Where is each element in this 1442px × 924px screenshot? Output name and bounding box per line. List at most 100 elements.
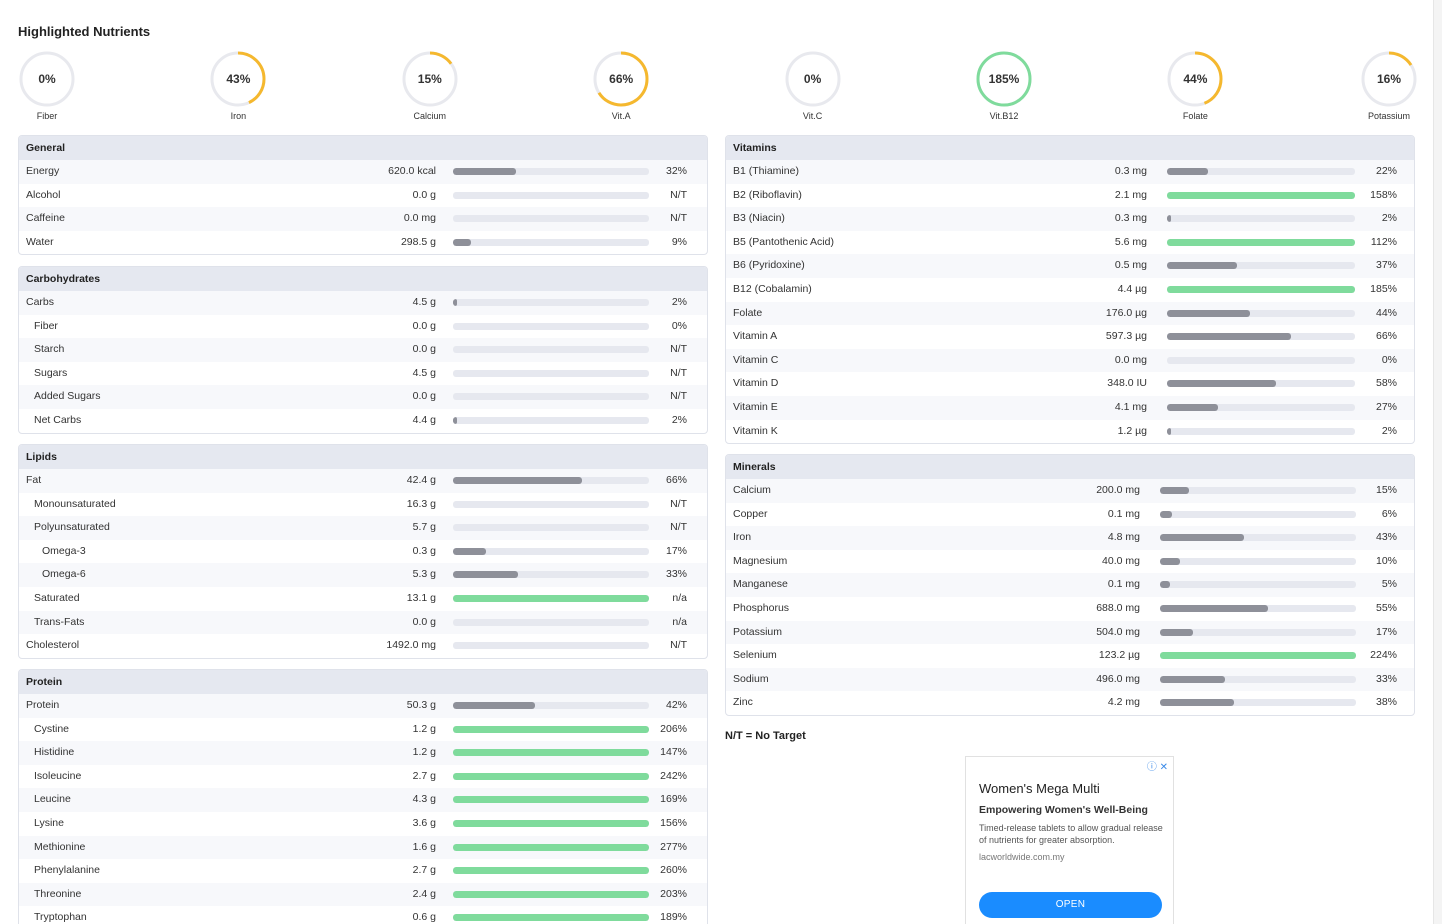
nutrient-row[interactable]: Phosphorus 688.0 mg 55%: [726, 597, 1414, 621]
nutrient-row[interactable]: B12 (Cobalamin) 4.4 µg 185%: [726, 278, 1414, 302]
nutrient-amount: 1.2 g: [412, 722, 436, 735]
nutrient-percent: 242%: [660, 769, 687, 782]
nutrient-row[interactable]: Omega-6 5.3 g 33%: [19, 563, 707, 587]
nutrient-row[interactable]: Phenylalanine 2.7 g 260%: [19, 859, 707, 883]
nutrient-percent: N/T: [670, 188, 687, 201]
nutrient-amount: 1.6 g: [412, 840, 436, 853]
nutrient-row[interactable]: Zinc 4.2 mg 38%: [726, 691, 1414, 715]
nutrient-amount: 176.0 µg: [1105, 306, 1147, 319]
nutrient-percent: 2%: [671, 296, 687, 308]
nutrient-row[interactable]: Cholesterol 1492.0 mg N/T: [19, 634, 707, 658]
nutrient-row[interactable]: B5 (Pantothenic Acid) 5.6 mg 112%: [726, 231, 1414, 255]
nutrient-amount: 0.1 mg: [1107, 507, 1140, 520]
nutrient-amount: 5.6 mg: [1114, 235, 1147, 248]
nutrient-percent: 2%: [671, 413, 687, 426]
nutrient-percent: 112%: [1370, 235, 1397, 248]
nutrient-progress-bar: [453, 168, 649, 175]
nutrient-row[interactable]: Trans-Fats 0.0 g n/a: [19, 610, 707, 635]
nutrient-row[interactable]: Potassium 504.0 mg 17%: [726, 620, 1414, 645]
nutrient-progress-fill: [453, 571, 518, 579]
nutrient-progress-bar: [1167, 262, 1355, 270]
nutrient-row[interactable]: Lysine 3.6 g 156%: [19, 812, 707, 836]
nutrient-progress-bar: [453, 642, 649, 650]
nutrient-amount: 1492.0 mg: [386, 639, 436, 652]
nutrient-row[interactable]: Saturated 13.1 g n/a: [19, 587, 707, 611]
nutrient-progress-bar: [1167, 238, 1355, 246]
nutrient-row[interactable]: Starch 0.0 g N/T: [19, 338, 707, 362]
nutrient-row[interactable]: Fat 42.4 g 66%: [19, 469, 707, 493]
nutrient-row[interactable]: Threonine 2.4 g 203%: [19, 882, 707, 907]
nutrient-row[interactable]: Caffeine 0.0 mg N/T: [19, 207, 707, 231]
page-scrollbar[interactable]: [1434, 0, 1442, 924]
ad-url[interactable]: lacworldwide.com.my: [979, 852, 1065, 862]
nutrient-row[interactable]: Fiber 0.0 g 0%: [19, 315, 707, 339]
nutrient-amount: 3.6 g: [412, 816, 436, 829]
nutrient-row[interactable]: Magnesium 40.0 mg 10%: [726, 550, 1414, 574]
nutrient-row[interactable]: B2 (Riboflavin) 2.1 mg 158%: [726, 184, 1414, 208]
ad-open-button[interactable]: OPEN: [979, 892, 1162, 918]
panel-carbohydrates-title: Carbohydrates: [19, 267, 707, 291]
nutrient-progress-fill: [453, 702, 536, 709]
nutrient-row[interactable]: Isoleucine 2.7 g 242%: [19, 765, 707, 789]
nutrient-amount: 5.7 g: [412, 521, 436, 534]
nutrient-amount: 16.3 g: [406, 497, 436, 510]
nutrient-row[interactable]: Polyunsaturated 5.7 g N/T: [19, 516, 707, 540]
nutrient-row[interactable]: Calcium 200.0 mg 15%: [726, 479, 1414, 503]
nutrient-row[interactable]: Alcohol 0.0 g N/T: [19, 184, 707, 208]
nutrient-row[interactable]: Monounsaturated 16.3 g N/T: [19, 493, 707, 517]
nutrient-row[interactable]: Vitamin C 0.0 mg 0%: [726, 348, 1414, 373]
panel-general-title: General: [19, 136, 707, 160]
nutrient-row[interactable]: Copper 0.1 mg 6%: [726, 503, 1414, 527]
nutrient-progress-fill: [453, 477, 583, 484]
nutrient-row[interactable]: Energy 620.0 kcal 32%: [19, 160, 707, 184]
nutrient-row[interactable]: Histidine 1.2 g 147%: [19, 741, 707, 765]
nutrient-row[interactable]: Leucine 4.3 g 169%: [19, 788, 707, 812]
nutrient-amount: 2.1 mg: [1114, 188, 1147, 201]
nutrient-row[interactable]: B3 (Niacin) 0.3 mg 2%: [726, 207, 1414, 231]
nutrient-name: Phenylalanine: [34, 864, 100, 877]
nutrient-amount: 0.0 mg: [403, 212, 436, 225]
nutrient-row[interactable]: Sugars 4.5 g N/T: [19, 362, 707, 386]
advertisement[interactable]: ⓘ ✕ Women's Mega Multi Empowering Women'…: [965, 756, 1174, 924]
nutrient-progress-bar: [453, 477, 649, 484]
nutrient-row[interactable]: Carbs 4.5 g 2%: [19, 291, 707, 315]
nutrient-amount: 2.7 g: [412, 864, 436, 877]
nutrient-name: Vitamin A: [733, 330, 778, 343]
info-icon[interactable]: ⓘ: [1147, 762, 1157, 773]
nutrient-row[interactable]: Cystine 1.2 g 206%: [19, 718, 707, 742]
nutrient-row[interactable]: Omega-3 0.3 g 17%: [19, 540, 707, 564]
nutrient-amount: 0.3 g: [412, 544, 436, 557]
nutrient-progress-bar: [453, 702, 649, 709]
nutrient-percent: N/T: [670, 497, 687, 510]
nutrient-progress-fill: [453, 819, 649, 827]
nutrient-name: Energy: [26, 165, 60, 177]
nutrient-row[interactable]: Vitamin D 348.0 IU 58%: [726, 372, 1414, 396]
nutrient-row[interactable]: Protein 50.3 g 42%: [19, 694, 707, 718]
nutrient-row[interactable]: Added Sugars 0.0 g N/T: [19, 385, 707, 409]
nutrient-row[interactable]: Vitamin E 4.1 mg 27%: [726, 395, 1414, 420]
nutrient-progress-bar: [453, 547, 649, 555]
nutrient-row[interactable]: Manganese 0.1 mg 5%: [726, 573, 1414, 597]
close-icon[interactable]: ✕: [1160, 762, 1168, 773]
nutrient-name: Polyunsaturated: [34, 521, 110, 534]
nutrient-row[interactable]: Methionine 1.6 g 277%: [19, 835, 707, 860]
nutrient-name: Trans-Fats: [34, 615, 85, 628]
nutrient-row[interactable]: Vitamin K 1.2 µg 2%: [726, 420, 1414, 444]
nutrient-row[interactable]: Water 298.5 g 9%: [19, 231, 707, 255]
panel-protein: Protein Protein 50.3 g 42% Cystine 1.2 g 206%…: [18, 669, 708, 924]
panel-protein-title: Protein: [19, 670, 707, 694]
ad-headline[interactable]: Women's Mega Multi: [979, 781, 1100, 796]
nutrient-percent: 9%: [671, 235, 687, 248]
nutrient-row[interactable]: Vitamin A 597.3 µg 66%: [726, 325, 1414, 349]
nutrient-row[interactable]: B6 (Pyridoxine) 0.5 mg 37%: [726, 254, 1414, 278]
nutrient-name: Calcium: [733, 484, 771, 496]
nutrient-row[interactable]: Net Carbs 4.4 g 2%: [19, 409, 707, 433]
nutrient-name: Vitamin E: [733, 400, 778, 413]
nutrient-row[interactable]: Folate 176.0 µg 44%: [726, 301, 1414, 326]
nutrient-row[interactable]: Sodium 496.0 mg 33%: [726, 667, 1414, 692]
nutrient-row[interactable]: Iron 4.8 mg 43%: [726, 526, 1414, 550]
nutrient-row[interactable]: B1 (Thiamine) 0.3 mg 22%: [726, 160, 1414, 184]
nutrient-row[interactable]: Selenium 123.2 µg 224%: [726, 644, 1414, 668]
nutrient-name: Net Carbs: [34, 413, 82, 426]
nutrient-row[interactable]: Tryptophan 0.6 g 189%: [19, 906, 707, 924]
